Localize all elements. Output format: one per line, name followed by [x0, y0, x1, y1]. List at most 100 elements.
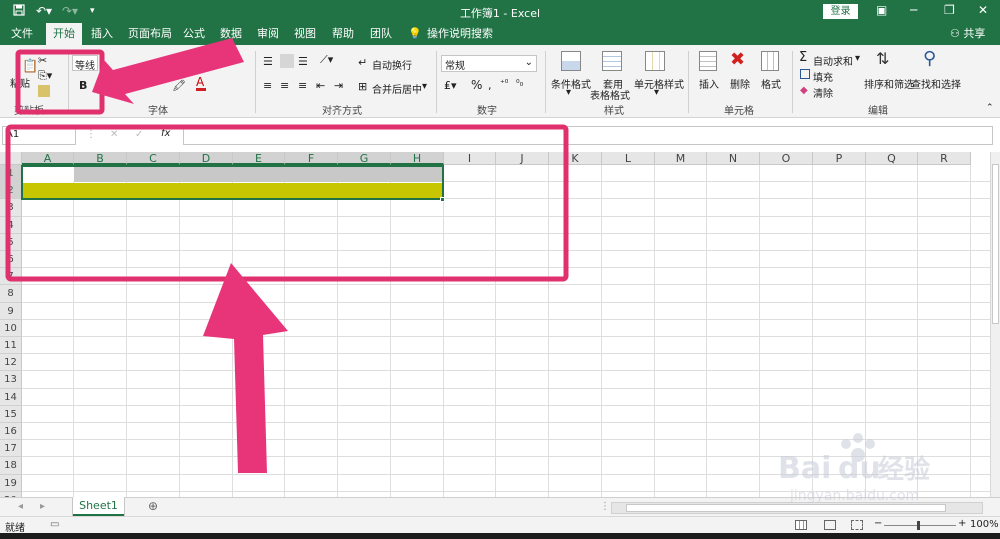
- tab-review[interactable]: 审阅: [257, 23, 279, 45]
- column-header-b[interactable]: B: [74, 152, 127, 165]
- row-header-9[interactable]: 9: [0, 302, 22, 320]
- column-header-h[interactable]: H: [391, 152, 444, 165]
- align-right-icon[interactable]: ≡: [298, 79, 307, 92]
- row-header-19[interactable]: 19: [0, 474, 22, 492]
- column-header-j[interactable]: J: [496, 152, 549, 165]
- normal-view-icon[interactable]: [795, 520, 807, 530]
- page-break-view-icon[interactable]: [851, 520, 863, 530]
- align-top-icon[interactable]: ☰: [263, 55, 273, 68]
- row-header-3[interactable]: 3: [0, 199, 22, 217]
- ribbon-display-icon[interactable]: ▣: [876, 3, 887, 17]
- column-header-n[interactable]: N: [707, 152, 760, 165]
- font-color-icon[interactable]: A: [196, 75, 204, 89]
- column-header-c[interactable]: C: [127, 152, 180, 165]
- close-icon[interactable]: ✕: [978, 3, 988, 17]
- vertical-scrollbar[interactable]: [990, 152, 1000, 497]
- insert-function-button[interactable]: fx: [161, 128, 170, 139]
- tab-data[interactable]: 数据: [220, 23, 242, 45]
- minimize-icon[interactable]: ─: [910, 3, 917, 17]
- column-header-g[interactable]: G: [338, 152, 391, 165]
- indent-decrease-icon[interactable]: ⇤: [316, 79, 325, 92]
- row-header-2[interactable]: 2: [0, 182, 22, 200]
- font-name-select[interactable]: 等线: [72, 55, 98, 72]
- zoom-slider[interactable]: [884, 525, 956, 526]
- share-button[interactable]: ⚇ 共享: [950, 23, 985, 45]
- align-middle-icon[interactable]: [280, 54, 294, 68]
- tab-insert[interactable]: 插入: [91, 23, 113, 45]
- enter-icon[interactable]: ✓: [135, 129, 143, 140]
- row-header-16[interactable]: 16: [0, 423, 22, 441]
- sheet-tab-sheet1[interactable]: Sheet1: [73, 497, 124, 516]
- tab-page-layout[interactable]: 页面布局: [128, 23, 172, 45]
- tab-formulas[interactable]: 公式: [183, 23, 205, 45]
- indent-increase-icon[interactable]: ⇥: [334, 79, 343, 92]
- copy-icon[interactable]: ⎘▾: [38, 69, 52, 83]
- row-header-6[interactable]: 6: [0, 251, 22, 269]
- align-center-icon[interactable]: ≡: [280, 79, 289, 92]
- row-header-4[interactable]: 4: [0, 216, 22, 234]
- row-header-1[interactable]: 1: [0, 165, 22, 183]
- cancel-icon[interactable]: ✕: [110, 129, 118, 140]
- tab-view[interactable]: 视图: [294, 23, 316, 45]
- restore-icon[interactable]: ❐: [944, 3, 955, 17]
- fill-handle[interactable]: [440, 197, 445, 202]
- column-header-k[interactable]: K: [549, 152, 602, 165]
- row-header-15[interactable]: 15: [0, 405, 22, 423]
- row-header-7[interactable]: 7: [0, 268, 22, 286]
- accounting-format-icon[interactable]: ₤▾: [444, 79, 457, 92]
- column-header-q[interactable]: Q: [866, 152, 918, 165]
- format-painter-icon[interactable]: [38, 85, 50, 97]
- name-box[interactable]: A1: [2, 126, 76, 145]
- row-header-17[interactable]: 17: [0, 440, 22, 458]
- align-bottom-icon[interactable]: ☰: [298, 55, 308, 68]
- orientation-icon[interactable]: ⟋▾: [320, 53, 333, 67]
- collapse-ribbon-icon[interactable]: ⌃: [986, 103, 994, 113]
- tab-home[interactable]: 开始: [46, 23, 82, 45]
- zoom-in-icon[interactable]: +: [958, 518, 966, 529]
- row-header-8[interactable]: 8: [0, 285, 22, 303]
- zoom-level[interactable]: 100%: [970, 519, 999, 530]
- tell-me-search[interactable]: 操作说明搜索: [427, 23, 493, 45]
- column-header-d[interactable]: D: [180, 152, 233, 165]
- align-left-icon[interactable]: ≡: [263, 79, 272, 92]
- column-header-m[interactable]: M: [655, 152, 707, 165]
- decrease-decimal-icon[interactable]: ⁰₀: [516, 79, 523, 89]
- login-button[interactable]: 登录: [823, 4, 858, 19]
- page-layout-view-icon[interactable]: [824, 520, 836, 530]
- cut-icon[interactable]: ✂: [38, 54, 47, 67]
- zoom-out-icon[interactable]: −: [874, 518, 882, 529]
- bold-button[interactable]: B: [79, 79, 87, 92]
- formula-input[interactable]: [183, 126, 993, 145]
- column-header-a[interactable]: A: [22, 152, 74, 165]
- horizontal-scroll-thumb[interactable]: [626, 504, 946, 512]
- row-header-5[interactable]: 5: [0, 233, 22, 251]
- column-header-e[interactable]: E: [233, 152, 285, 165]
- zoom-slider-thumb[interactable]: [917, 521, 920, 530]
- comma-style-icon[interactable]: ,: [488, 79, 492, 92]
- row-header-18[interactable]: 18: [0, 457, 22, 475]
- column-header-f[interactable]: F: [285, 152, 338, 165]
- macro-record-icon[interactable]: ▭: [50, 519, 59, 530]
- row-header-12[interactable]: 12: [0, 354, 22, 372]
- column-header-o[interactable]: O: [760, 152, 813, 165]
- next-sheet-icon[interactable]: ▸: [40, 501, 45, 512]
- row-header-14[interactable]: 14: [0, 388, 22, 406]
- percent-icon[interactable]: %: [471, 78, 482, 92]
- column-header-i[interactable]: I: [444, 152, 496, 165]
- add-sheet-icon[interactable]: ⊕: [148, 499, 158, 513]
- prev-sheet-icon[interactable]: ◂: [18, 501, 23, 512]
- horizontal-scrollbar[interactable]: [611, 502, 983, 514]
- row-header-13[interactable]: 13: [0, 371, 22, 389]
- tab-file[interactable]: 文件: [11, 23, 33, 45]
- column-header-p[interactable]: P: [813, 152, 866, 165]
- select-all-button[interactable]: [0, 152, 22, 165]
- fill-color-icon[interactable]: 🖍: [172, 79, 186, 92]
- paste-button[interactable]: 粘贴: [10, 75, 30, 90]
- row-header-10[interactable]: 10: [0, 319, 22, 337]
- vertical-scroll-thumb[interactable]: [992, 164, 999, 324]
- row-header-11[interactable]: 11: [0, 337, 22, 355]
- increase-decimal-icon[interactable]: ⁺⁰: [500, 79, 508, 89]
- split-handle-icon[interactable]: ⋮: [600, 501, 610, 512]
- column-header-r[interactable]: R: [918, 152, 971, 165]
- column-header-l[interactable]: L: [602, 152, 655, 165]
